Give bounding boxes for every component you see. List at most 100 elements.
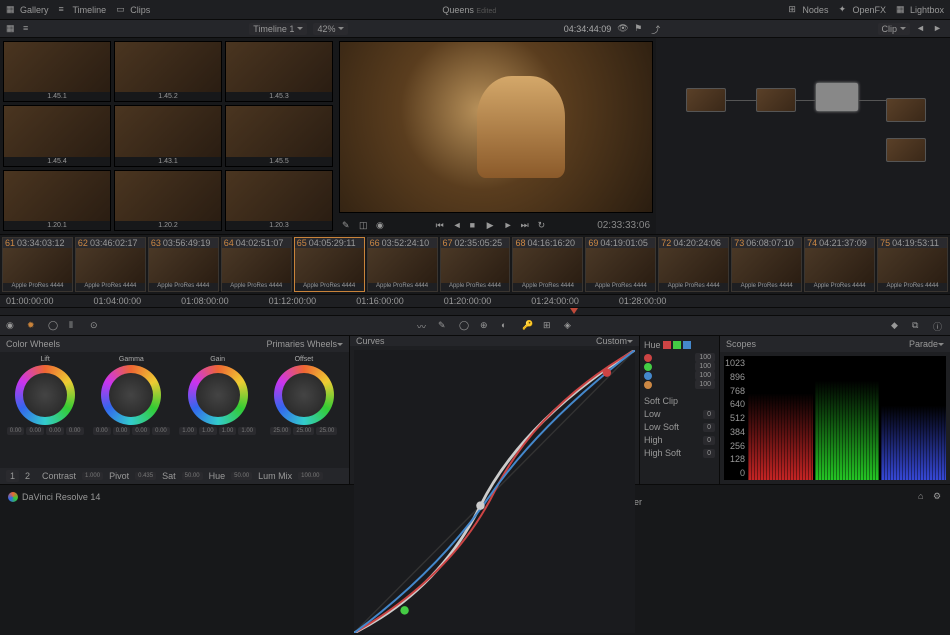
eye-icon[interactable]: 👁	[617, 23, 628, 34]
camera-raw-icon[interactable]: ◉	[6, 320, 17, 331]
still-thumb[interactable]: 1.20.2	[114, 170, 222, 231]
stills-gallery: 1.45.11.45.21.45.31.45.41.43.11.45.51.20…	[0, 38, 336, 234]
key-icon[interactable]: 🔑	[522, 320, 533, 331]
gallery-icon: ▦	[6, 4, 17, 15]
fx-icon: ✦	[838, 4, 849, 15]
viewer-screen[interactable]	[339, 41, 653, 213]
curves-mode[interactable]: Custom	[596, 336, 627, 346]
home-icon[interactable]: ⌂	[918, 491, 927, 502]
timeline-clip[interactable]: 6603:52:24:10Apple ProRes 4444	[367, 237, 438, 292]
timeline-clip[interactable]: 6904:19:01:05Apple ProRes 4444	[585, 237, 656, 292]
prev-icon[interactable]: ◄	[453, 220, 464, 231]
keyframes-icon[interactable]: ◆	[891, 320, 902, 331]
highlight-icon[interactable]: ◉	[376, 220, 387, 231]
next-icon[interactable]: ►	[504, 220, 515, 231]
flag-icon[interactable]: ⚑	[634, 23, 645, 34]
timeline-clip[interactable]: 6702:35:05:25Apple ProRes 4444	[440, 237, 511, 292]
color-wheel-lift[interactable]: Lift0.000.000.000.00	[4, 356, 86, 464]
timeline-clip[interactable]: 6203:46:02:17Apple ProRes 4444	[75, 237, 146, 292]
still-thumb[interactable]: 1.45.1	[3, 41, 111, 102]
loop-icon[interactable]: ↻	[538, 220, 549, 231]
still-thumb[interactable]: 1.45.5	[225, 105, 333, 166]
timeline-clip[interactable]: 6804:16:16:20Apple ProRes 4444	[512, 237, 583, 292]
color-wheels-panel: Color WheelsPrimaries Wheels Lift0.000.0…	[0, 336, 350, 484]
timeline-ruler[interactable]: 01:00:00:0001:04:00:0001:08:00:0001:12:0…	[0, 294, 950, 308]
viewer-timecode: 02:33:33:06	[597, 220, 650, 231]
first-frame-icon[interactable]: ⏮	[436, 220, 447, 231]
settings-icon[interactable]: ⚙	[933, 491, 942, 502]
share-icon[interactable]: ⤴	[651, 23, 662, 34]
master-timecode: 04:34:44:09	[564, 24, 612, 34]
lightbox-tab[interactable]: ▦Lightbox	[896, 4, 944, 15]
color-wheel-gain[interactable]: Gain1.001.001.001.00	[177, 356, 259, 464]
timeline-clip[interactable]: 7306:08:07:10Apple ProRes 4444	[731, 237, 802, 292]
still-thumb[interactable]: 1.43.1	[114, 105, 222, 166]
still-thumb[interactable]: 1.20.3	[225, 170, 333, 231]
still-thumb[interactable]: 1.20.1	[3, 170, 111, 231]
stop-icon[interactable]: ■	[470, 220, 481, 231]
timeline-clip[interactable]: 6303:56:49:19Apple ProRes 4444	[148, 237, 219, 292]
node-3[interactable]	[816, 83, 858, 111]
node-graph[interactable]	[656, 38, 950, 234]
app-logo-icon	[8, 492, 18, 502]
window-icon[interactable]: ◯	[459, 320, 470, 331]
arrow-left-icon[interactable]: ◄	[916, 23, 927, 34]
timeline-clip[interactable]: 7404:21:37:09Apple ProRes 4444	[804, 237, 875, 292]
openfx-tab[interactable]: ✦OpenFX	[838, 4, 886, 15]
page-1[interactable]: 1	[6, 470, 19, 482]
arrow-right-icon[interactable]: ►	[933, 23, 944, 34]
timeline-select[interactable]: Timeline 1	[249, 23, 307, 35]
nodes-tab[interactable]: ⊞Nodes	[788, 4, 828, 15]
scopes-icon[interactable]: ⧉	[912, 320, 923, 331]
color-match-icon[interactable]: ✹	[27, 320, 38, 331]
timeline-clip[interactable]: 6404:02:51:07Apple ProRes 4444	[221, 237, 292, 292]
clip-select[interactable]: Clip	[878, 23, 911, 35]
curves-graph[interactable]	[354, 350, 635, 633]
sizing-icon[interactable]: ⊞	[543, 320, 554, 331]
timeline-clip[interactable]: 6504:05:29:11Apple ProRes 4444	[294, 237, 365, 292]
scopes-mode[interactable]: Parade	[909, 339, 938, 349]
timeline-scrubber[interactable]	[0, 308, 950, 316]
node-5[interactable]	[886, 138, 926, 162]
page-2[interactable]: 2	[25, 471, 30, 481]
3d-icon[interactable]: ◈	[564, 320, 575, 331]
node-1[interactable]	[686, 88, 726, 112]
bars-icon[interactable]: ⦀	[69, 320, 80, 331]
qualifier-row[interactable]: 100	[644, 380, 715, 389]
timeline-icon: ≡	[59, 4, 70, 15]
curves-tool-icon[interactable]: 〰	[417, 320, 428, 331]
info-icon[interactable]: ⓘ	[933, 320, 944, 331]
node-2[interactable]	[756, 88, 796, 112]
playhead-icon[interactable]	[570, 308, 578, 314]
scopes-title: Scopes	[726, 339, 756, 349]
split-icon[interactable]: ◫	[359, 220, 370, 231]
qualifier-row[interactable]: 100	[644, 353, 715, 362]
lightbox-icon: ▦	[896, 4, 907, 15]
clips-tab[interactable]: ▭Clips	[116, 4, 150, 15]
timeline-tab[interactable]: ≡Timeline	[59, 4, 107, 15]
color-wheel-offset[interactable]: Offset25.0025.0025.00	[263, 356, 345, 464]
log-icon[interactable]: ⊙	[90, 320, 101, 331]
node-4[interactable]	[886, 98, 926, 122]
qualifier-row[interactable]: 100	[644, 362, 715, 371]
still-thumb[interactable]: 1.45.2	[114, 41, 222, 102]
list-icon[interactable]: ≡	[23, 23, 34, 34]
timeline-clip[interactable]: 6103:34:03:12Apple ProRes 4444	[2, 237, 73, 292]
tracker-icon[interactable]: ⊕	[480, 320, 491, 331]
zoom-select[interactable]: 42%	[313, 23, 348, 35]
gallery-tab[interactable]: ▦Gallery	[6, 4, 49, 15]
last-frame-icon[interactable]: ⏭	[521, 220, 532, 231]
qualifier-row[interactable]: 100	[644, 371, 715, 380]
grid-icon[interactable]: ▦	[6, 23, 17, 34]
timeline-clip[interactable]: 7504:19:53:11Apple ProRes 4444	[877, 237, 948, 292]
timeline-clip[interactable]: 7204:20:24:06Apple ProRes 4444	[658, 237, 729, 292]
blur-icon[interactable]: ◐	[501, 320, 512, 331]
color-wheel-gamma[interactable]: Gamma0.000.000.000.00	[90, 356, 172, 464]
primaries-mode[interactable]: Primaries Wheels	[266, 339, 337, 349]
qualifier-icon[interactable]: ✎	[342, 220, 353, 231]
qualifier-tool-icon[interactable]: ✎	[438, 320, 449, 331]
still-thumb[interactable]: 1.45.4	[3, 105, 111, 166]
still-thumb[interactable]: 1.45.3	[225, 41, 333, 102]
play-icon[interactable]: ▶	[487, 220, 498, 231]
wheels-icon[interactable]: ◯	[48, 320, 59, 331]
